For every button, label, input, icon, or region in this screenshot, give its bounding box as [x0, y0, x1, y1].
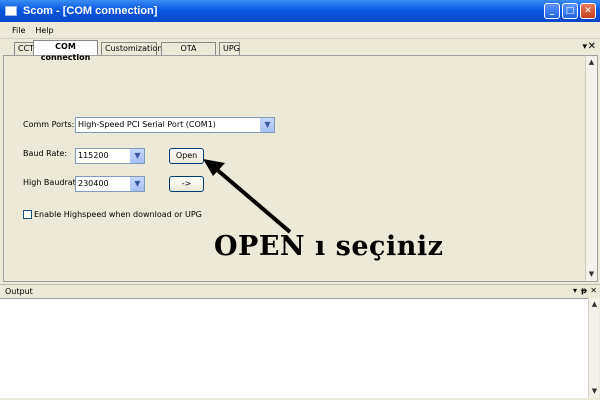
output-header: Output ▾ ᵽ ✕ — [0, 284, 600, 298]
annotation-text: OPEN ı seçiniz — [214, 231, 444, 262]
output-title: Output — [5, 287, 33, 296]
output-vertical-scrollbar[interactable]: ▲ ▼ — [588, 298, 599, 398]
scroll-up-icon[interactable]: ▲ — [589, 299, 600, 310]
scroll-down-icon[interactable]: ▼ — [589, 386, 600, 397]
output-pin-icon[interactable]: ᵽ — [581, 286, 587, 295]
output-text-area[interactable] — [0, 298, 588, 398]
output-dropdown-icon[interactable]: ▾ — [573, 286, 577, 295]
tab-com-connection[interactable]: COM connection — [33, 40, 98, 62]
output-close-icon[interactable]: ✕ — [590, 286, 597, 295]
